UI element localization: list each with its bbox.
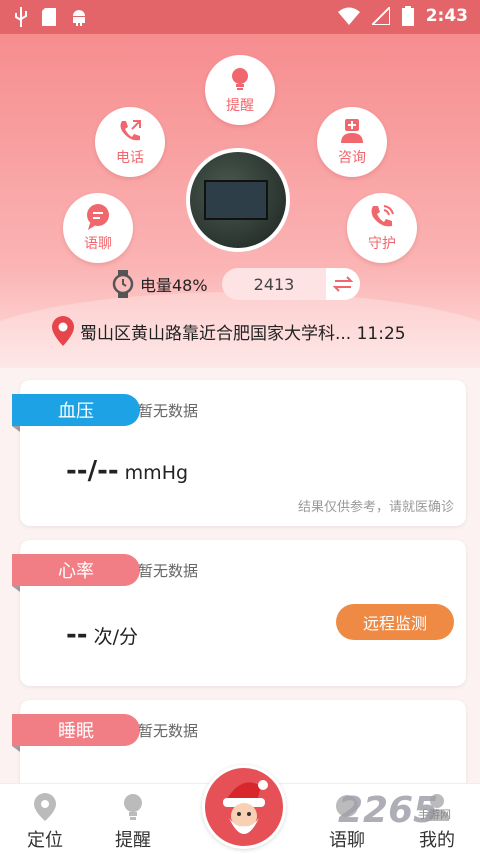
counter-value: 2413 (253, 274, 295, 294)
clock: 2:43 (425, 6, 468, 26)
consult-button[interactable]: 咨询 (317, 107, 387, 177)
device-counter: 2413 (222, 268, 360, 300)
blood-pressure-status: 暂无数据 (138, 402, 199, 420)
heart-rate-value: -- (66, 620, 88, 650)
lightbulb-icon (232, 68, 248, 90)
remote-monitor-button[interactable]: 远程监测 (336, 604, 454, 640)
blood-pressure-unit: mmHg (124, 462, 189, 484)
signal-icon (371, 7, 390, 25)
sleep-tag: 睡眠 (12, 714, 140, 752)
chat-bubble-icon (87, 204, 109, 230)
guard-label: 守护 (368, 236, 396, 252)
swap-button[interactable] (326, 268, 360, 300)
doctor-icon (341, 119, 363, 143)
call-label: 电话 (116, 150, 144, 166)
nav-remind[interactable]: 提醒 (103, 792, 163, 852)
status-bar: 2:43 (0, 0, 480, 34)
phone-guard-icon (371, 205, 394, 227)
location-row[interactable]: 蜀山区黄山路靠近合肥国家大学科... 11:25 (52, 316, 406, 346)
remind-button[interactable]: 提醒 (205, 55, 275, 125)
phone-icon (120, 120, 141, 141)
watch-icon (112, 270, 134, 298)
disclaimer-text: 结果仅供参考，请就医确诊 (297, 500, 454, 515)
blood-pressure-value: --/-- (66, 456, 119, 486)
heart-rate-unit: 次/分 (93, 626, 138, 648)
call-button[interactable]: 电话 (95, 107, 165, 177)
battery-label: 电量48% (140, 276, 208, 295)
remind-label: 提醒 (226, 98, 254, 114)
santa-center-button[interactable] (202, 765, 286, 849)
guard-button[interactable]: 守护 (347, 193, 417, 263)
nav-locate[interactable]: 定位 (15, 792, 75, 852)
location-pin-icon (52, 316, 74, 346)
location-text: 蜀山区黄山路靠近合肥国家大学科... 11:25 (80, 323, 406, 344)
wifi-icon (337, 7, 360, 25)
heart-rate-card[interactable]: 心率 暂无数据 -- 次/分 远程监测 (12, 540, 466, 686)
battery-icon (401, 6, 414, 26)
nav-locate-label: 定位 (27, 830, 63, 851)
voice-chat-button[interactable]: 语聊 (63, 193, 133, 263)
lightbulb-icon (124, 794, 142, 820)
consult-label: 咨询 (338, 150, 366, 166)
sleep-status: 暂无数据 (138, 722, 199, 740)
heart-rate-status: 暂无数据 (138, 562, 199, 580)
heart-rate-tag: 心率 (12, 554, 140, 592)
usb-icon (15, 7, 27, 27)
nav-remind-label: 提醒 (115, 830, 151, 851)
location-pin-icon (34, 793, 56, 821)
nav-mine-label: 我的 (419, 830, 455, 851)
battery-status: 电量48% (112, 270, 208, 298)
blood-pressure-card[interactable]: 血压 暂无数据 --/-- mmHg 结果仅供参考，请就医确诊 (12, 380, 466, 526)
android-icon (73, 10, 85, 26)
santa-icon (223, 780, 268, 834)
nav-voice-chat-label: 语聊 (329, 830, 365, 851)
sd-card-icon (42, 8, 56, 26)
swap-icon (333, 276, 353, 292)
heart-rate-reading: -- 次/分 (66, 620, 138, 650)
watermark-sub: 手游网 (418, 808, 451, 821)
voice-chat-label: 语聊 (84, 236, 112, 252)
avatar[interactable] (186, 148, 290, 252)
avatar-photo (204, 180, 268, 220)
blood-pressure-tag: 血压 (12, 394, 140, 432)
blood-pressure-reading: --/-- mmHg (66, 456, 188, 486)
